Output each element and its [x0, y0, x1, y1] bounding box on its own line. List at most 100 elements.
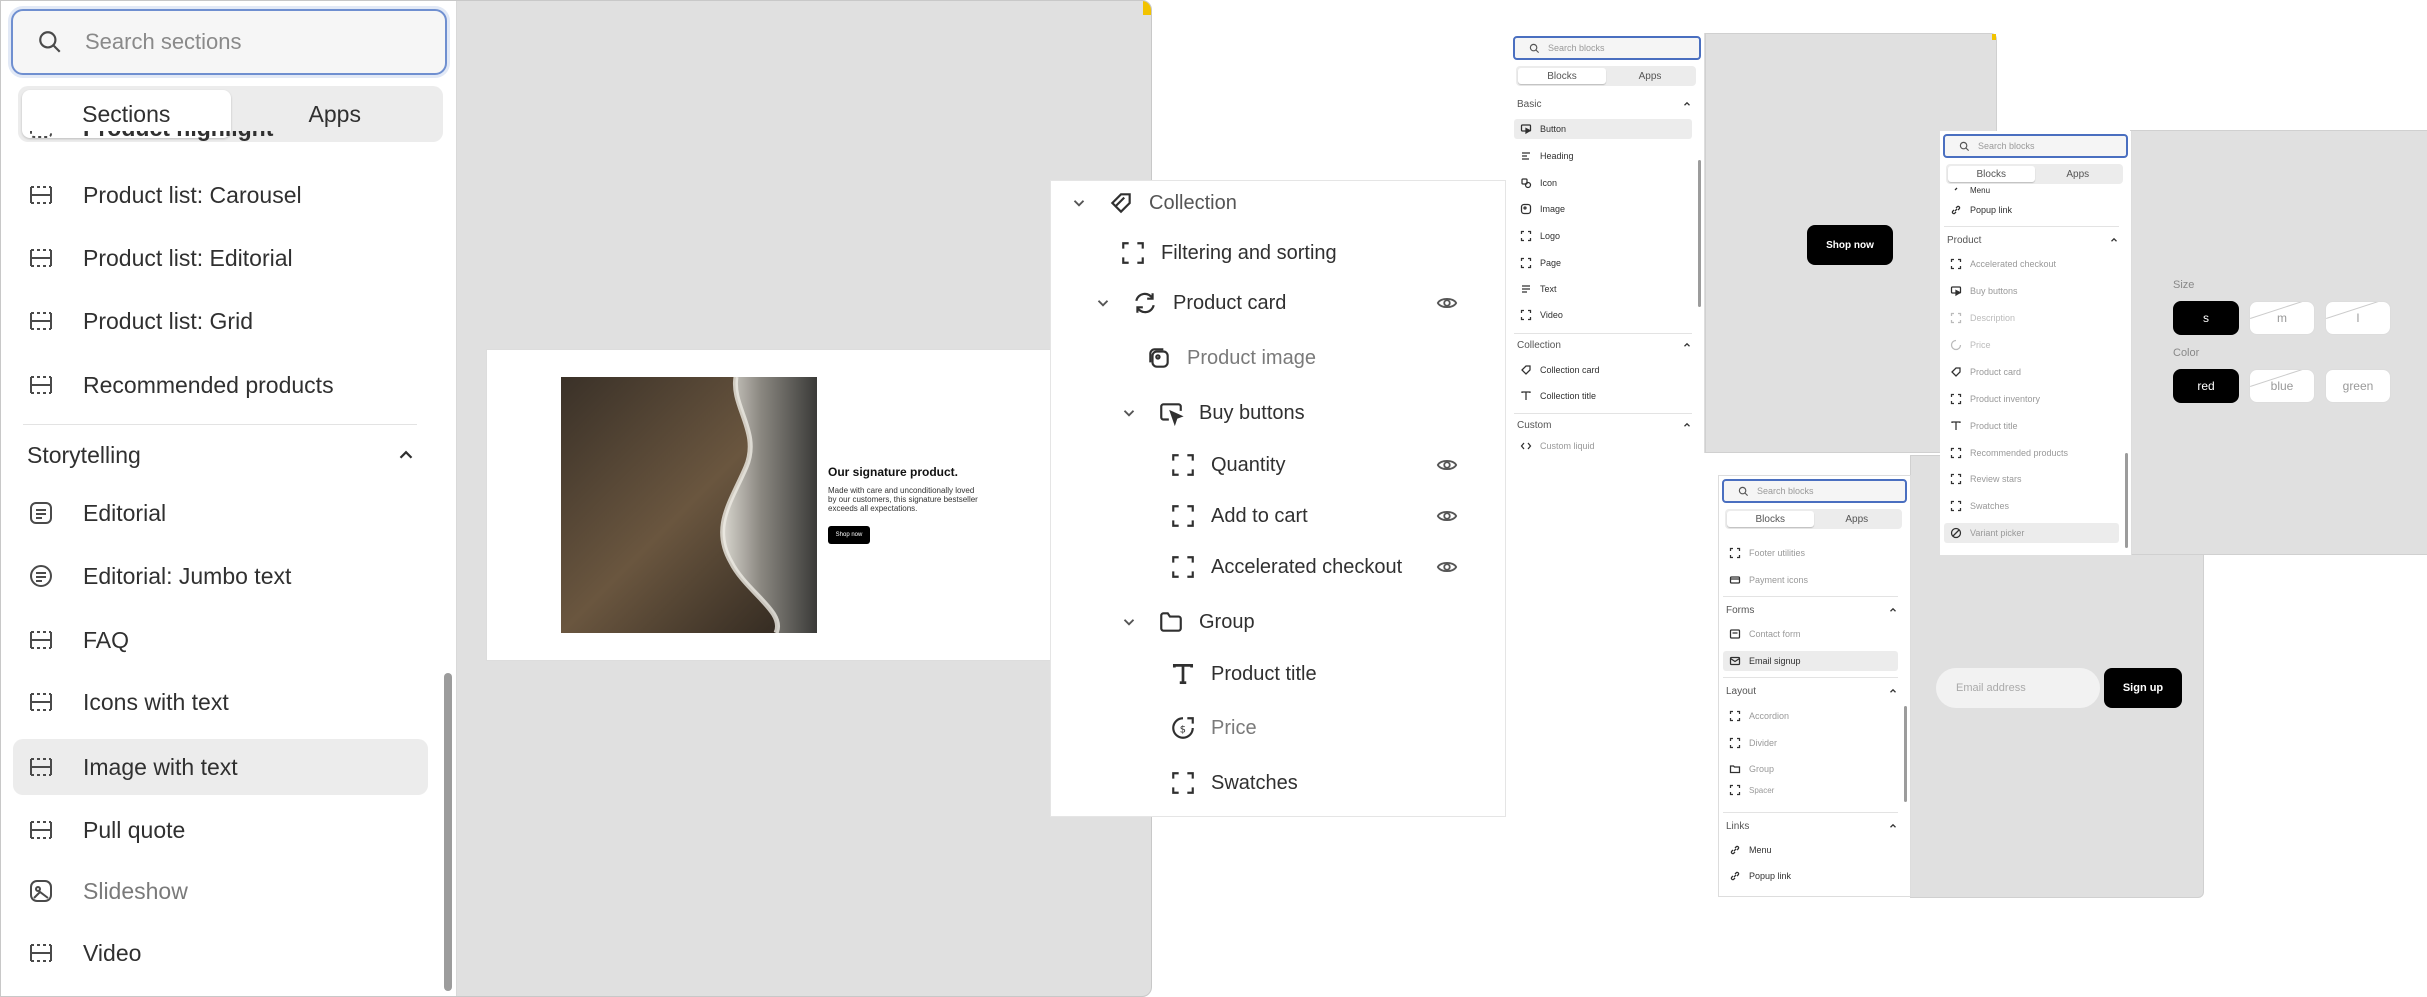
- panel-scrollbar[interactable]: [1698, 160, 1701, 307]
- panel-scrollbar[interactable]: [1904, 706, 1907, 802]
- block-item-contact-form[interactable]: Contact form: [1723, 624, 1898, 644]
- tab-blocks[interactable]: Blocks: [1948, 166, 2035, 182]
- block-item-menu[interactable]: Menu: [1723, 840, 1898, 860]
- block-item-icon[interactable]: Icon: [1514, 173, 1692, 193]
- block-item-accelerated-checkout[interactable]: Accelerated checkout: [1944, 254, 2119, 274]
- search-blocks-input[interactable]: Search blocks: [1943, 134, 2128, 158]
- section-item-slideshow[interactable]: Slideshow: [13, 863, 428, 919]
- tab-blocks[interactable]: Blocks: [1518, 68, 1606, 84]
- category-links[interactable]: Links: [1726, 819, 1898, 833]
- tab-apps[interactable]: Apps: [1606, 68, 1694, 84]
- tree-node-group[interactable]: Group: [1115, 602, 1255, 642]
- block-item-group[interactable]: Group: [1723, 759, 1898, 779]
- block-item-product-inventory[interactable]: Product inventory: [1944, 389, 2119, 409]
- block-item-heading[interactable]: Heading: [1514, 146, 1692, 166]
- tree-node-collection[interactable]: Collection: [1065, 183, 1237, 223]
- search-blocks-input[interactable]: Search blocks: [1513, 36, 1701, 60]
- block-item-page[interactable]: Page: [1514, 253, 1692, 273]
- block-item-product-title[interactable]: Product title: [1944, 416, 2119, 436]
- placeholder-block-icon: [1520, 257, 1532, 269]
- tab-apps[interactable]: Apps: [231, 90, 440, 138]
- color-option-red[interactable]: red: [2173, 369, 2239, 403]
- tree-node-quantity[interactable]: Quantity: [1169, 445, 1285, 485]
- section-item-icons-with-text[interactable]: Icons with text: [13, 674, 428, 730]
- block-item-image[interactable]: Image: [1514, 199, 1692, 219]
- visibility-eye-icon[interactable]: [1435, 555, 1459, 579]
- category-collection[interactable]: Collection: [1517, 338, 1692, 352]
- size-option-l[interactable]: l: [2325, 301, 2391, 335]
- visibility-eye-icon[interactable]: [1435, 291, 1459, 315]
- block-item-divider[interactable]: Divider: [1723, 733, 1898, 753]
- search-blocks-input[interactable]: Search blocks: [1722, 479, 1907, 503]
- category-forms[interactable]: Forms: [1726, 603, 1898, 617]
- tab-blocks[interactable]: Blocks: [1727, 511, 1814, 527]
- section-item-product-list-grid[interactable]: Product list: Grid: [13, 293, 428, 349]
- category-basic[interactable]: Basic: [1517, 97, 1692, 111]
- category-layout[interactable]: Layout: [1726, 684, 1898, 698]
- tab-apps[interactable]: Apps: [2035, 166, 2122, 182]
- tree-node-product-card[interactable]: Product card: [1089, 283, 1286, 323]
- section-icon: [27, 753, 55, 781]
- blocks-panel-3: Search blocks Blocks Apps Footer utiliti…: [1718, 475, 1911, 897]
- section-item-product-list-carousel[interactable]: Product list: Carousel: [13, 167, 428, 223]
- tree-node-filtering-and-sorting[interactable]: Filtering and sorting: [1119, 233, 1337, 273]
- block-item-spacer[interactable]: Spacer: [1723, 783, 1898, 797]
- sign-up-button[interactable]: Sign up: [2104, 668, 2182, 708]
- block-item-collection-title[interactable]: Collection title: [1514, 386, 1692, 406]
- block-item-variant-picker[interactable]: Variant picker: [1944, 523, 2119, 543]
- visibility-eye-icon[interactable]: [1435, 453, 1459, 477]
- tree-node-product-title[interactable]: Product title: [1169, 654, 1317, 694]
- tree-node-add-to-cart[interactable]: Add to cart: [1169, 496, 1308, 536]
- block-item-accordion[interactable]: Accordion: [1723, 706, 1898, 726]
- tab-sections[interactable]: Sections: [22, 90, 231, 138]
- color-option-green[interactable]: green: [2325, 369, 2391, 403]
- section-item-recommended-products[interactable]: Recommended products: [13, 357, 428, 413]
- section-item-product-list-editorial[interactable]: Product list: Editorial: [13, 230, 428, 286]
- block-item-collection-card[interactable]: Collection card: [1514, 360, 1692, 380]
- block-item-recommended-products[interactable]: Recommended products: [1944, 443, 2119, 463]
- block-item-text[interactable]: Text: [1514, 279, 1692, 299]
- block-item-popup-link[interactable]: Popup link: [1944, 200, 2119, 220]
- section-item-image-with-text[interactable]: Image with text: [13, 739, 428, 795]
- color-option-blue[interactable]: blue: [2249, 369, 2315, 403]
- sidebar-scrollbar[interactable]: [444, 673, 452, 991]
- block-item-custom-liquid[interactable]: Custom liquid: [1514, 436, 1692, 453]
- block-item-review-stars[interactable]: Review stars: [1944, 469, 2119, 489]
- section-item-pull-quote[interactable]: Pull quote: [13, 802, 428, 858]
- tree-node-accelerated-checkout[interactable]: Accelerated checkout: [1169, 547, 1402, 587]
- preview-shop-now-button[interactable]: Shop now: [828, 526, 870, 544]
- panel-scrollbar[interactable]: [2125, 453, 2128, 548]
- category-custom[interactable]: Custom: [1517, 418, 1692, 432]
- block-item-buy-buttons[interactable]: Buy buttons: [1944, 281, 2119, 301]
- placeholder-block-icon: [1520, 309, 1532, 321]
- block-item-partial[interactable]: Menu: [1944, 185, 2119, 195]
- size-option-s[interactable]: s: [2173, 301, 2239, 335]
- block-item-popup-link[interactable]: Popup link: [1723, 866, 1898, 886]
- block-item-payment-icons[interactable]: Payment icons: [1723, 570, 1898, 590]
- section-item-video[interactable]: Video: [13, 925, 428, 981]
- block-item-email-signup[interactable]: Email signup: [1723, 651, 1898, 671]
- block-item-product-card[interactable]: Product card: [1944, 362, 2119, 382]
- block-item-video[interactable]: Video: [1514, 305, 1692, 325]
- category-storytelling[interactable]: Storytelling: [27, 435, 417, 475]
- section-item-faq[interactable]: FAQ: [13, 612, 428, 668]
- block-item-logo[interactable]: Logo: [1514, 226, 1692, 246]
- tree-node-buy-buttons[interactable]: Buy buttons: [1115, 393, 1305, 433]
- search-sections-input[interactable]: Search sections: [11, 9, 447, 75]
- shop-now-button[interactable]: Shop now: [1807, 225, 1893, 265]
- block-item-description[interactable]: Description: [1944, 308, 2119, 328]
- tree-node-swatches[interactable]: Swatches: [1169, 763, 1298, 803]
- visibility-eye-icon[interactable]: [1435, 504, 1459, 528]
- size-option-m[interactable]: m: [2249, 301, 2315, 335]
- block-item-button[interactable]: Button: [1514, 119, 1692, 139]
- block-item-price[interactable]: Price: [1944, 335, 2119, 355]
- block-item-footer-utilities[interactable]: Footer utilities: [1723, 543, 1898, 563]
- section-item-editorial-jumbo-text[interactable]: Editorial: Jumbo text: [13, 548, 428, 604]
- category-product[interactable]: Product: [1947, 233, 2119, 247]
- tree-node-product-image[interactable]: Product image: [1145, 338, 1316, 378]
- tree-node-price[interactable]: $ Price: [1169, 708, 1257, 748]
- tab-apps[interactable]: Apps: [1814, 511, 1901, 527]
- section-item-editorial[interactable]: Editorial: [13, 485, 428, 541]
- block-item-swatches[interactable]: Swatches: [1944, 496, 2119, 516]
- email-address-input[interactable]: Email address: [1936, 668, 2100, 708]
